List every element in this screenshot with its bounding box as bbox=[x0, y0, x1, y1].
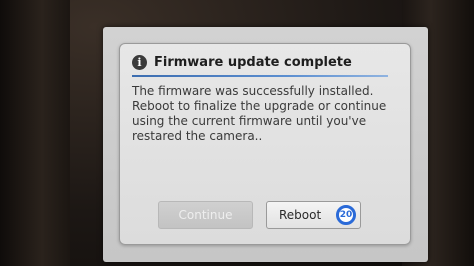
continue-button-label: Continue bbox=[178, 208, 233, 222]
reboot-button[interactable]: Reboot 20 bbox=[266, 201, 361, 229]
info-icon: i bbox=[132, 54, 147, 70]
reboot-countdown-badge: 20 bbox=[336, 205, 356, 225]
dialog-title: Firmware update complete bbox=[154, 54, 352, 70]
reboot-button-label: Reboot bbox=[279, 208, 322, 222]
title-divider bbox=[132, 75, 388, 77]
dialog-message: The firmware was successfully installed.… bbox=[132, 84, 387, 143]
dialog-header: i Firmware update complete bbox=[132, 52, 352, 72]
camera-screen: i Firmware update complete The firmware … bbox=[103, 27, 428, 262]
continue-button[interactable]: Continue bbox=[158, 201, 253, 229]
camera-body: i Firmware update complete The firmware … bbox=[0, 0, 474, 266]
camera-bezel-left bbox=[0, 0, 70, 266]
firmware-update-dialog: i Firmware update complete The firmware … bbox=[119, 43, 411, 245]
